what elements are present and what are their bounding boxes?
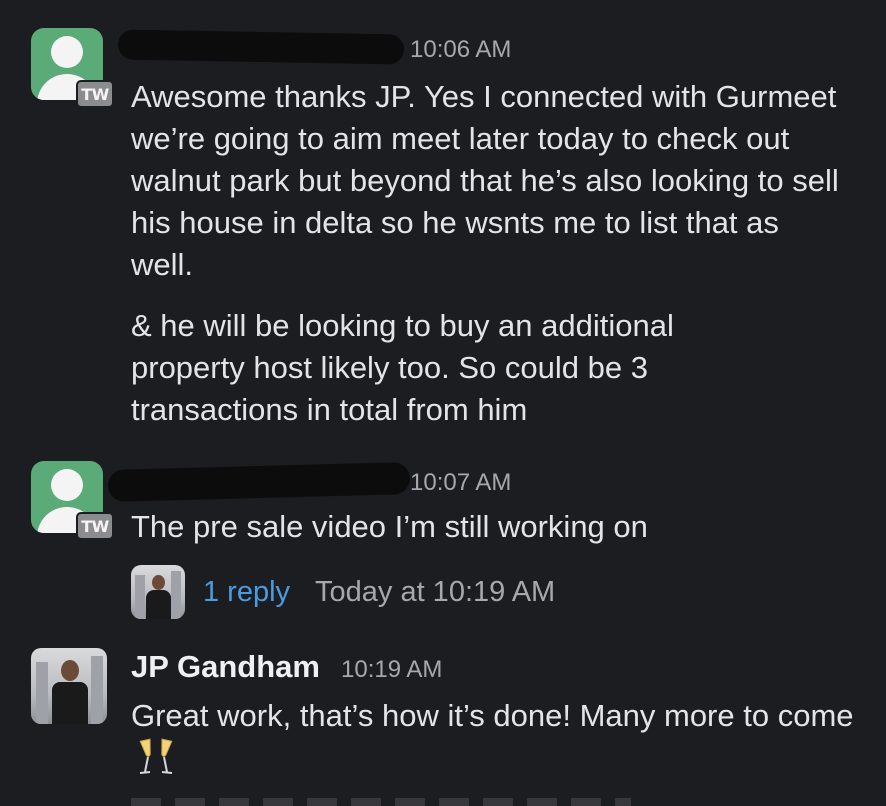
champagne-icon bbox=[137, 737, 175, 788]
message-text: Awesome thanks JP. Yes I connected with … bbox=[131, 79, 839, 282]
redacted-author-name bbox=[117, 29, 405, 65]
thread-reply-count-link[interactable]: 1 reply bbox=[203, 576, 290, 609]
message-text: Great work, that’s how it’s done! Many m… bbox=[131, 695, 871, 788]
message-timestamp[interactable]: 10:07 AM bbox=[410, 469, 511, 497]
message-text-content: Great work, that’s how it’s done! Many m… bbox=[131, 698, 854, 733]
user-avatar[interactable] bbox=[31, 648, 107, 724]
thread-reply-avatar[interactable] bbox=[131, 565, 185, 619]
default-avatar-icon bbox=[51, 469, 83, 501]
message-timestamp[interactable]: 10:19 AM bbox=[341, 656, 442, 684]
message-text: The pre sale video I’m still working on bbox=[131, 509, 648, 544]
truncated-next-message bbox=[131, 798, 631, 806]
default-avatar-icon bbox=[51, 36, 83, 68]
author-name[interactable]: JP Gandham bbox=[131, 649, 320, 685]
workspace-badge: TW bbox=[76, 512, 114, 540]
message-timestamp[interactable]: 10:06 AM bbox=[410, 36, 511, 64]
redacted-author-name bbox=[107, 462, 411, 502]
message-text: & he will be looking to buy an additiona… bbox=[131, 308, 674, 427]
workspace-badge: TW bbox=[76, 80, 114, 108]
thread-last-reply-time: Today at 10:19 AM bbox=[315, 576, 556, 608]
